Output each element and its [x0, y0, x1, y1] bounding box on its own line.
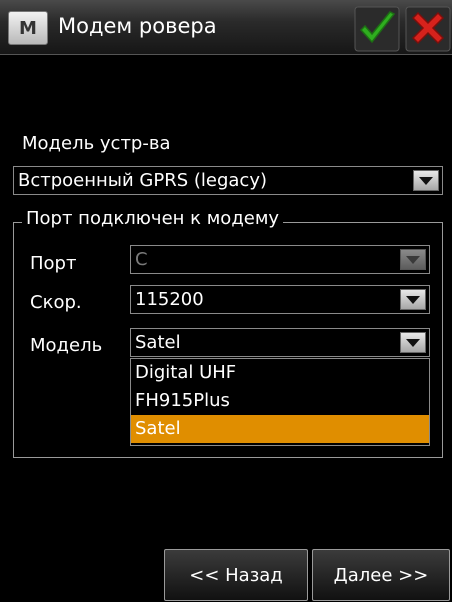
speed-value: 115200: [135, 289, 204, 310]
chevron-down-icon[interactable]: [400, 249, 426, 270]
port-select[interactable]: C: [130, 245, 430, 274]
menu-icon: M: [19, 17, 37, 39]
next-button-label: Далее >>: [333, 564, 429, 586]
checkmark-icon: [354, 6, 400, 52]
next-button[interactable]: Далее >>: [312, 549, 450, 601]
back-button[interactable]: << Назад: [164, 549, 308, 601]
cancel-button[interactable]: [405, 6, 451, 52]
chevron-down-icon[interactable]: [413, 170, 439, 191]
model-value: Satel: [135, 332, 181, 353]
dropdown-option-satel[interactable]: Satel: [131, 415, 429, 443]
ok-button[interactable]: [354, 6, 400, 52]
port-label: Порт: [30, 253, 77, 274]
menu-button[interactable]: M: [8, 11, 48, 45]
port-value: C: [135, 249, 148, 270]
close-icon: [405, 6, 451, 52]
model-select[interactable]: Satel: [130, 328, 430, 357]
port-group-title: Порт подключен к модему: [22, 208, 284, 229]
device-model-label: Модель устр-ва: [22, 133, 171, 154]
device-model-select[interactable]: Встроенный GPRS (legacy): [13, 166, 443, 195]
chevron-down-icon[interactable]: [400, 289, 426, 310]
model-label: Модель: [30, 335, 103, 356]
device-model-value: Встроенный GPRS (legacy): [18, 170, 267, 191]
dropdown-option-digital-uhf[interactable]: Digital UHF: [131, 359, 429, 387]
speed-select[interactable]: 115200: [130, 285, 430, 314]
chevron-down-icon[interactable]: [400, 332, 426, 353]
model-dropdown-list: Digital UHF FH915Plus Satel: [130, 358, 430, 446]
speed-label: Скор.: [30, 292, 82, 313]
dropdown-option-fh915plus[interactable]: FH915Plus: [131, 387, 429, 415]
title-bar: M Модем ровера: [0, 0, 452, 55]
window-title: Модем ровера: [58, 14, 217, 38]
back-button-label: << Назад: [189, 564, 283, 586]
